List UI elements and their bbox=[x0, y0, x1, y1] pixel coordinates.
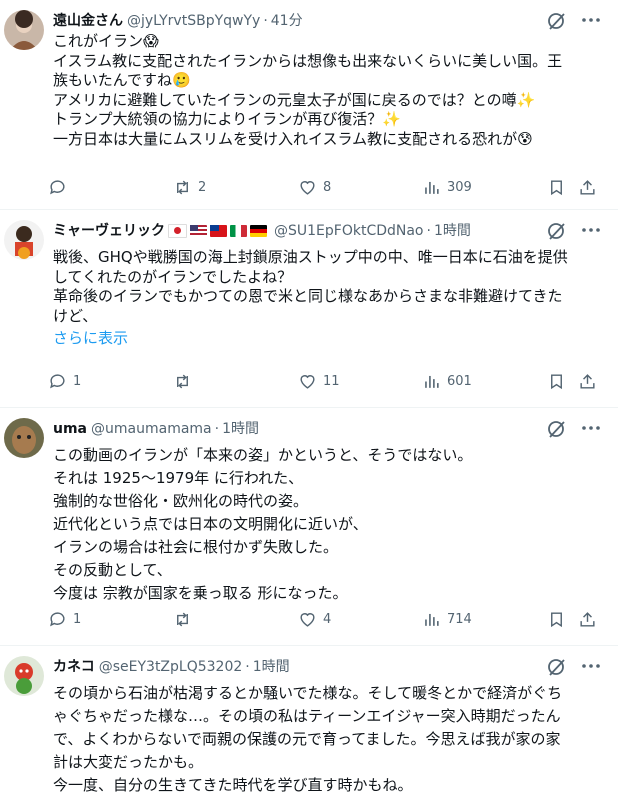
repost-button[interactable] bbox=[173, 370, 198, 392]
reply-icon bbox=[50, 611, 65, 626]
timestamp[interactable]: 41分 bbox=[271, 13, 303, 29]
heart-icon bbox=[300, 180, 315, 195]
share-icon bbox=[580, 179, 595, 195]
more-options-icon[interactable] bbox=[580, 219, 602, 241]
view-count: 309 bbox=[447, 179, 472, 195]
japan-flag-icon bbox=[168, 224, 187, 238]
reply-count: 1 bbox=[73, 373, 82, 389]
timestamp[interactable]: 1時間 bbox=[434, 223, 471, 239]
tweet[interactable]: 遠山金さん @jyLYrvtSBpYqwYy · 41分 これがイラン😱 イスラム教に… bbox=[0, 0, 618, 210]
share-icon bbox=[580, 611, 595, 627]
display-name[interactable]: 遠山金さん bbox=[53, 13, 123, 29]
views-icon bbox=[425, 375, 439, 388]
tweet[interactable]: カネコ @seEY3tZpLQ53202 · 1時間 その頃から石油が枯渇するとか騒い… bbox=[0, 646, 618, 800]
repost-icon bbox=[177, 612, 188, 626]
repost-icon bbox=[177, 180, 188, 194]
bookmark-button[interactable] bbox=[547, 370, 566, 392]
tweet-header: uma @umaumamama · 1時間 bbox=[53, 421, 260, 437]
more-options-icon[interactable] bbox=[580, 655, 602, 677]
tweet-actions: 1 11 601 bbox=[48, 370, 604, 392]
share-button[interactable] bbox=[578, 370, 597, 392]
repost-button[interactable]: 2 bbox=[173, 176, 206, 198]
grok-icon[interactable] bbox=[546, 418, 568, 440]
tweet-actions: 1 4 714 bbox=[48, 608, 604, 630]
avatar[interactable] bbox=[4, 418, 44, 458]
like-button[interactable]: 11 bbox=[298, 370, 340, 392]
tweet[interactable]: ミャーヴェリック @SU1EpFOktCDdNao · 1時間 戦後、GHQや戦勝国の… bbox=[0, 210, 618, 408]
tweet-header: ミャーヴェリック @SU1EpFOktCDdNao · 1時間 bbox=[53, 221, 471, 241]
grok-icon[interactable] bbox=[546, 10, 568, 32]
reply-icon bbox=[50, 373, 65, 388]
reply-icon bbox=[50, 179, 65, 194]
views-icon bbox=[425, 181, 439, 194]
share-icon bbox=[580, 373, 595, 389]
repost-icon bbox=[177, 374, 188, 388]
bookmark-icon bbox=[551, 373, 562, 389]
timestamp[interactable]: 1時間 bbox=[222, 421, 259, 437]
like-button[interactable]: 4 bbox=[298, 608, 331, 630]
reply-count: 1 bbox=[73, 611, 82, 627]
us-flag-icon bbox=[190, 225, 207, 237]
views-icon bbox=[425, 613, 439, 626]
share-button[interactable] bbox=[578, 608, 597, 630]
more-options-icon[interactable] bbox=[580, 9, 602, 31]
heart-icon bbox=[300, 374, 315, 389]
bookmark-button[interactable] bbox=[547, 176, 566, 198]
display-name[interactable]: カネコ bbox=[53, 659, 95, 675]
tweet-text: 戦後、GHQや戦勝国の海上封鎖原油ストップ中の中、唯一日本に石油を提供 してくれ… bbox=[53, 248, 600, 349]
heart-icon bbox=[300, 612, 315, 627]
reply-feed: 遠山金さん @jyLYrvtSBpYqwYy · 41分 これがイラン😱 イスラム教に… bbox=[0, 0, 618, 800]
flag-emojis bbox=[168, 221, 270, 241]
tweet-header: 遠山金さん @jyLYrvtSBpYqwYy · 41分 bbox=[53, 13, 303, 29]
user-handle[interactable]: @SU1EpFOktCDdNao bbox=[274, 223, 424, 239]
reply-button[interactable]: 1 bbox=[48, 608, 81, 630]
like-count: 8 bbox=[323, 179, 332, 195]
like-button[interactable]: 8 bbox=[298, 176, 331, 198]
germany-flag-icon bbox=[250, 225, 267, 237]
bookmark-button[interactable] bbox=[547, 608, 566, 630]
grok-icon[interactable] bbox=[546, 220, 568, 242]
timestamp[interactable]: 1時間 bbox=[253, 659, 290, 675]
show-more-link[interactable]: さらに表示 bbox=[53, 329, 600, 349]
reply-button[interactable]: 1 bbox=[48, 370, 81, 392]
grok-icon[interactable] bbox=[546, 656, 568, 678]
user-handle[interactable]: @seEY3tZpLQ53202 bbox=[99, 659, 243, 675]
views-button[interactable]: 601 bbox=[422, 370, 472, 392]
more-options-icon[interactable] bbox=[580, 417, 602, 439]
share-button[interactable] bbox=[578, 176, 597, 198]
tweet-text: これがイラン😱 イスラム教に支配されたイランからは想像も出来ないくらいに美しい国… bbox=[53, 32, 563, 148]
display-name[interactable]: uma bbox=[53, 421, 87, 437]
display-name[interactable]: ミャーヴェリック bbox=[53, 223, 165, 239]
like-count: 4 bbox=[323, 611, 332, 627]
bookmark-icon bbox=[551, 179, 562, 195]
bookmark-icon bbox=[551, 611, 562, 627]
view-count: 714 bbox=[447, 611, 472, 627]
repost-count: 2 bbox=[198, 179, 207, 195]
avatar[interactable] bbox=[4, 10, 44, 50]
taiwan-flag-icon bbox=[210, 225, 227, 237]
tweet-header: カネコ @seEY3tZpLQ53202 · 1時間 bbox=[53, 659, 290, 675]
reply-button[interactable] bbox=[48, 176, 73, 198]
tweet-text: この動画のイランが「本来の姿」かというと、そうではない。 それは 1925〜19… bbox=[53, 446, 473, 602]
view-count: 601 bbox=[447, 373, 472, 389]
views-button[interactable]: 714 bbox=[422, 608, 472, 630]
views-button[interactable]: 309 bbox=[422, 176, 472, 198]
avatar[interactable] bbox=[4, 220, 44, 260]
tweet[interactable]: uma @umaumamama · 1時間 この動画のイランが「本来の姿」かというと、… bbox=[0, 408, 618, 646]
like-count: 11 bbox=[323, 373, 340, 389]
tweet-text: その頃から石油が枯渇するとか騒いでた様な。そして暖冬とかで経済がぐち ゃぐちゃだ… bbox=[53, 684, 563, 794]
avatar[interactable] bbox=[4, 656, 44, 696]
tweet-actions: 2 8 309 bbox=[48, 176, 604, 198]
repost-button[interactable] bbox=[173, 608, 198, 630]
user-handle[interactable]: @umaumamama bbox=[91, 421, 212, 437]
italy-flag-icon bbox=[230, 225, 247, 237]
user-handle[interactable]: @jyLYrvtSBpYqwYy bbox=[127, 13, 260, 29]
